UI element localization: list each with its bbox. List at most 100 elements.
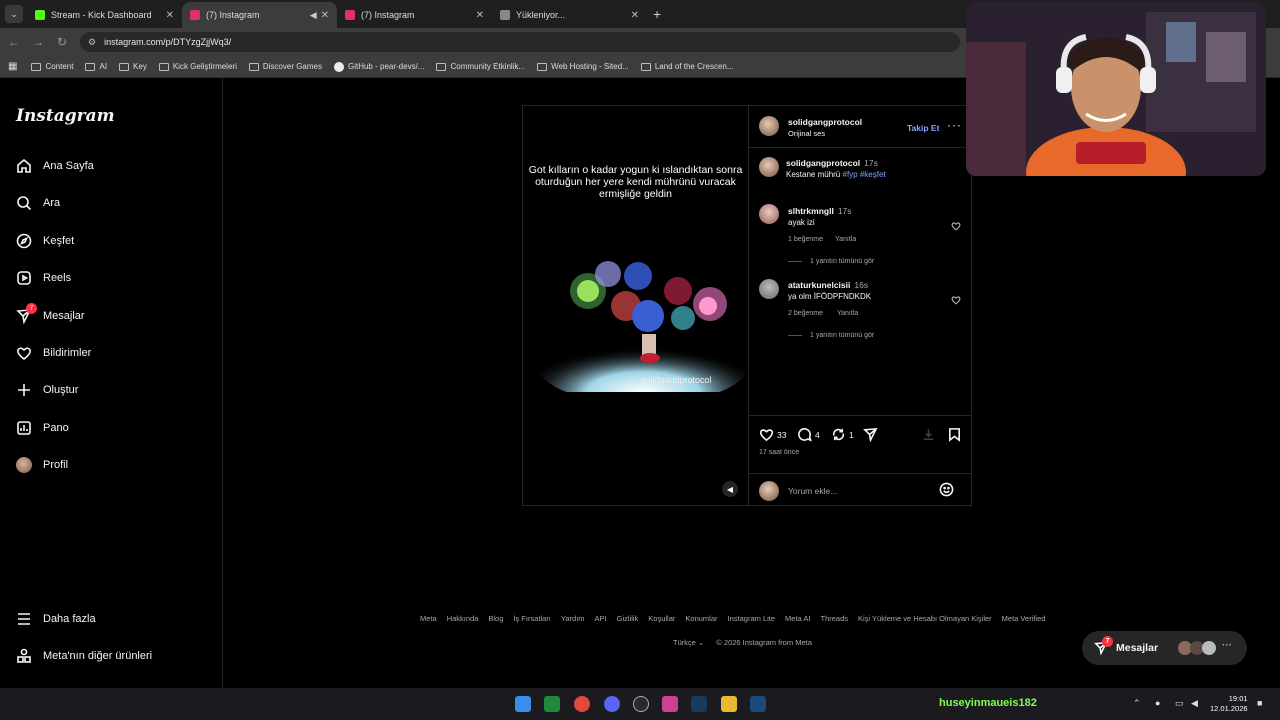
emoji-button[interactable] — [939, 482, 957, 497]
steam-icon[interactable] — [750, 696, 766, 712]
comment-avatar[interactable] — [759, 279, 779, 299]
download-button[interactable] — [921, 427, 939, 442]
more-menu-button[interactable]: Daha fazla — [16, 607, 96, 631]
tab-audio-icon[interactable]: ◀ — [310, 10, 317, 21]
instagram-app-icon[interactable] — [662, 696, 678, 712]
caption-username[interactable]: solidgangprotocol — [786, 158, 860, 168]
browser-tab[interactable]: Yükleniyor... ✕ — [492, 2, 647, 28]
tab-close-icon[interactable]: ✕ — [476, 10, 484, 21]
volume-icon[interactable]: ◀ — [1191, 698, 1198, 709]
discord-icon[interactable] — [604, 696, 620, 712]
comment-username[interactable]: ataturkunelcisii — [788, 280, 850, 290]
footer-links: Meta Hakkında Blog İş Fırsatları Yardım API Gi… — [420, 614, 1045, 623]
tray-chevron-icon[interactable]: ⌃ — [1133, 698, 1141, 709]
follow-button[interactable]: Takip Et — [907, 123, 939, 133]
tab-close-icon[interactable]: ✕ — [631, 10, 639, 21]
sidebar-item-explore[interactable]: Keşfet — [16, 229, 74, 253]
sidebar-item-notifications[interactable]: Bildirimler — [16, 341, 91, 365]
footer-link[interactable]: API — [595, 614, 607, 623]
footer-link[interactable]: Koşullar — [648, 614, 675, 623]
footer-link[interactable]: Meta — [420, 614, 437, 623]
footer-link[interactable]: Yardım — [561, 614, 585, 623]
repost-button[interactable]: 1 — [831, 427, 854, 442]
back-button[interactable]: ← — [2, 35, 26, 49]
post-media[interactable]: Got kılların o kadar yogun ki ıslandıkta… — [523, 106, 748, 505]
tab-search-button[interactable]: ⌄ — [5, 5, 23, 23]
comment-username[interactable]: slhtrkmngll — [788, 206, 834, 216]
chrome-icon[interactable] — [574, 696, 590, 712]
bookmark-item[interactable]: Content — [31, 62, 73, 71]
footer-link[interactable]: Hakkında — [447, 614, 479, 623]
caption-avatar[interactable] — [759, 157, 779, 177]
notification-icon[interactable]: ■ — [1257, 698, 1262, 708]
comment-likes[interactable]: 2 beğenme — [788, 310, 823, 317]
network-icon[interactable]: ▭ — [1175, 698, 1184, 709]
sidebar-item-profile[interactable]: Profil — [16, 453, 68, 477]
tab-close-icon[interactable]: ✕ — [321, 10, 329, 21]
sidebar-item-home[interactable]: Ana Sayfa — [16, 154, 94, 178]
bookmark-item[interactable]: GitHub - pear-devs/... — [333, 61, 424, 72]
sidebar-item-reels[interactable]: Reels — [16, 266, 71, 290]
xbox-icon[interactable] — [544, 696, 560, 712]
obs-icon[interactable] — [633, 696, 649, 712]
comment-likes[interactable]: 1 beğenme — [788, 236, 823, 243]
bookmark-item[interactable]: Key — [119, 62, 147, 71]
url-bar[interactable]: ⚙ instagram.com/p/DTYzgZjjWq3/ — [80, 32, 960, 52]
bookmark-item[interactable]: Land of the Crescen... — [640, 62, 734, 71]
bookmark-item[interactable]: Web Hosting - Sited... — [537, 62, 629, 71]
browser-tab[interactable]: Stream - Kick Dashboard ✕ — [27, 2, 182, 28]
caption-hashtags[interactable]: #fyp #keşfet — [843, 170, 886, 179]
forward-button[interactable]: → — [26, 35, 50, 49]
sidebar-item-create[interactable]: Oluştur — [16, 378, 78, 402]
view-replies-button[interactable]: 1 yanıtın tümünü gör — [788, 258, 874, 265]
author-avatar[interactable] — [759, 116, 779, 136]
bookmark-item[interactable]: AI — [85, 62, 107, 71]
language-select[interactable]: Türkçe ⌄ — [673, 638, 704, 647]
messages-pill[interactable]: 7 Mesajlar ··· — [1082, 631, 1247, 665]
comment-reply-button[interactable]: Yanıtla — [835, 236, 856, 243]
meta-products-button[interactable]: Meta'nın diğer ürünleri — [16, 644, 152, 668]
microphone-icon[interactable]: ● — [1155, 698, 1160, 708]
share-button[interactable] — [863, 427, 881, 442]
footer-link[interactable]: Kişi Yükleme ve Hesabı Olmayan Kişiler — [858, 614, 992, 623]
footer-link[interactable]: Blog — [488, 614, 503, 623]
comment-reply-button[interactable]: Yanıtla — [837, 310, 858, 317]
audio-label[interactable]: Orijinal ses — [788, 129, 825, 138]
footer-link[interactable]: Meta AI — [785, 614, 810, 623]
comment-like-icon[interactable] — [951, 218, 961, 231]
instagram-logo[interactable]: Instagram — [16, 106, 115, 126]
new-tab-button[interactable]: + — [653, 6, 661, 22]
steam-icon[interactable] — [691, 696, 707, 712]
comment-button[interactable]: 4 — [797, 427, 820, 442]
footer-link[interactable]: Meta Verified — [1002, 614, 1046, 623]
browser-tab[interactable]: (7) Instagram ✕ — [337, 2, 492, 28]
footer-link[interactable]: Threads — [820, 614, 848, 623]
sidebar-item-messages[interactable]: 7 Mesajlar — [16, 303, 85, 328]
footer-link[interactable]: İş Fırsatları — [513, 614, 551, 623]
footer-link[interactable]: Gizlilik — [617, 614, 639, 623]
footer-link[interactable]: Konumlar — [685, 614, 717, 623]
tab-close-icon[interactable]: ✕ — [166, 10, 174, 21]
apps-grid-icon[interactable]: ▦ — [8, 61, 17, 72]
sidebar-item-dashboard[interactable]: Pano — [16, 416, 69, 440]
comment-avatar[interactable] — [759, 204, 779, 224]
folder-icon[interactable] — [721, 696, 737, 712]
reload-button[interactable]: ↻ — [50, 35, 74, 49]
sidebar-item-search[interactable]: Ara — [16, 191, 60, 215]
bookmark-item[interactable]: Community Etkinlik... — [436, 62, 525, 71]
footer-link[interactable]: Instagram Lite — [728, 614, 776, 623]
bookmark-item[interactable]: Kick Geliştirmeleri — [158, 62, 237, 71]
system-clock[interactable]: 19:01 12.01.2026 — [1210, 694, 1248, 714]
browser-tab[interactable]: (7) Instagram ◀ ✕ — [182, 2, 337, 28]
more-options-icon[interactable]: ··· — [947, 118, 962, 132]
comment-like-icon[interactable] — [951, 292, 961, 305]
mute-button[interactable]: ◀ — [722, 481, 738, 497]
windows-start-icon[interactable] — [515, 696, 531, 712]
site-info-icon[interactable]: ⚙ — [88, 37, 96, 48]
comment-input[interactable]: Yorum ekle... — [788, 486, 837, 496]
bookmark-item[interactable]: Discover Games — [248, 62, 322, 71]
view-replies-button[interactable]: 1 yanıtın tümünü gör — [788, 332, 874, 339]
author-username[interactable]: solidgangprotocol — [788, 117, 862, 127]
save-button[interactable] — [947, 427, 965, 442]
like-button[interactable]: 33 — [759, 427, 786, 442]
